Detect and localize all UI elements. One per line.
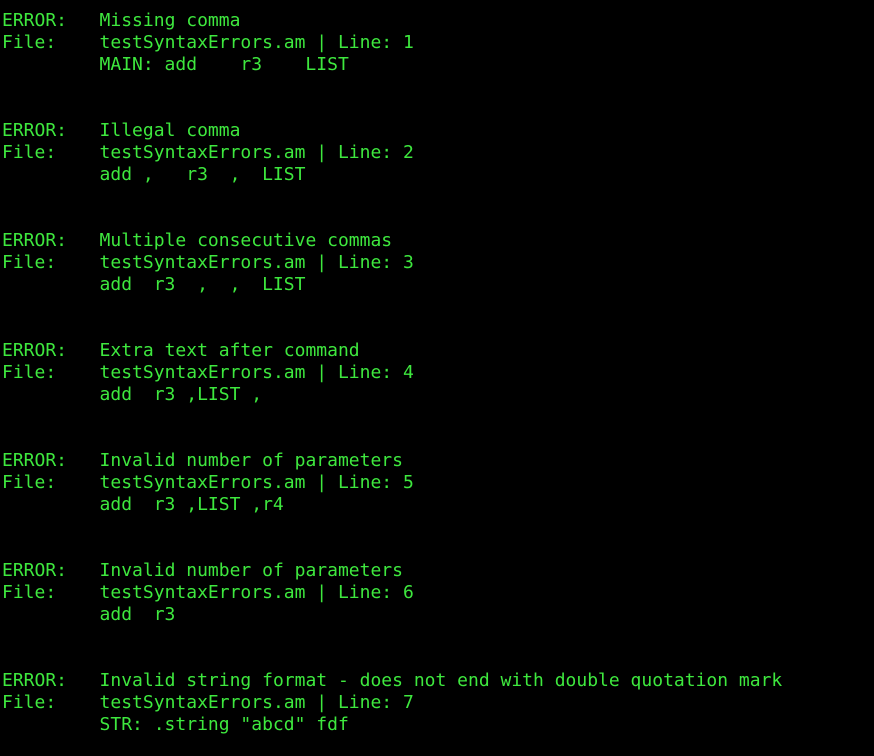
file-info: testSyntaxErrors.am | Line: 2 — [99, 142, 414, 163]
error-line: ERROR: Extra text after command — [2, 340, 874, 362]
file-label: File: — [2, 362, 100, 383]
source-line: add r3 ,LIST , — [2, 384, 263, 405]
file-info: testSyntaxErrors.am | Line: 7 — [99, 692, 414, 713]
error-line: ERROR: Multiple consecutive commas — [2, 230, 874, 252]
file-info: testSyntaxErrors.am | Line: 3 — [99, 252, 414, 273]
source-line: add , r3 , LIST — [2, 164, 306, 185]
error-message: Extra text after command — [99, 340, 360, 361]
error-label: ERROR: — [2, 10, 100, 31]
error-line: ERROR: Invalid number of parameters — [2, 560, 874, 582]
file-label: File: — [2, 32, 100, 53]
error-label: ERROR: — [2, 340, 100, 361]
file-line: File: testSyntaxErrors.am | Line: 3 — [2, 252, 874, 274]
file-line: File: testSyntaxErrors.am | Line: 1 — [2, 32, 874, 54]
error-line: ERROR: Invalid string format - does not … — [2, 670, 874, 692]
source-line: add r3 ,LIST ,r4 — [2, 494, 284, 515]
file-label: File: — [2, 582, 100, 603]
error-block: ERROR: Invalid string format - does not … — [2, 670, 874, 736]
file-line: File: testSyntaxErrors.am | Line: 2 — [2, 142, 874, 164]
source-line: add r3 , , LIST — [2, 274, 306, 295]
error-block: ERROR: Invalid number of parameters File… — [2, 450, 874, 560]
error-block: ERROR: Illegal comma File: testSyntaxErr… — [2, 120, 874, 230]
error-label: ERROR: — [2, 450, 100, 471]
error-message: Missing comma — [99, 10, 241, 31]
error-message: Invalid string format - does not end wit… — [99, 670, 783, 691]
file-info: testSyntaxErrors.am | Line: 4 — [99, 362, 414, 383]
error-label: ERROR: — [2, 230, 100, 251]
error-block: ERROR: Multiple consecutive commas File:… — [2, 230, 874, 340]
error-line: ERROR: Illegal comma — [2, 120, 874, 142]
error-label: ERROR: — [2, 560, 100, 581]
terminal-output: ----------------------------------------… — [2, 0, 874, 736]
source-line: MAIN: add r3 LIST — [2, 54, 349, 75]
file-line: File: testSyntaxErrors.am | Line: 5 — [2, 472, 874, 494]
file-info: testSyntaxErrors.am | Line: 6 — [99, 582, 414, 603]
file-info: testSyntaxErrors.am | Line: 5 — [99, 472, 414, 493]
error-label: ERROR: — [2, 670, 100, 691]
error-message: Illegal comma — [99, 120, 241, 141]
file-label: File: — [2, 692, 100, 713]
file-label: File: — [2, 472, 100, 493]
error-message: Multiple consecutive commas — [99, 230, 393, 251]
error-message: Invalid number of parameters — [99, 560, 403, 581]
error-label: ERROR: — [2, 120, 100, 141]
file-line: File: testSyntaxErrors.am | Line: 4 — [2, 362, 874, 384]
file-label: File: — [2, 252, 100, 273]
file-info: testSyntaxErrors.am | Line: 1 — [99, 32, 414, 53]
source-line: add r3 — [2, 604, 176, 625]
error-block: ERROR: Extra text after command File: te… — [2, 340, 874, 450]
file-line: File: testSyntaxErrors.am | Line: 7 — [2, 692, 874, 714]
file-line: File: testSyntaxErrors.am | Line: 6 — [2, 582, 874, 604]
file-label: File: — [2, 142, 100, 163]
error-message: Invalid number of parameters — [99, 450, 403, 471]
separator-line: ----------------------------------------… — [2, 0, 874, 10]
source-line: STR: .string "abcd" fdf — [2, 714, 349, 735]
error-line: ERROR: Missing comma — [2, 10, 874, 32]
error-block: ERROR: Missing comma File: testSyntaxErr… — [2, 10, 874, 120]
error-line: ERROR: Invalid number of parameters — [2, 450, 874, 472]
error-block: ERROR: Invalid number of parameters File… — [2, 560, 874, 670]
